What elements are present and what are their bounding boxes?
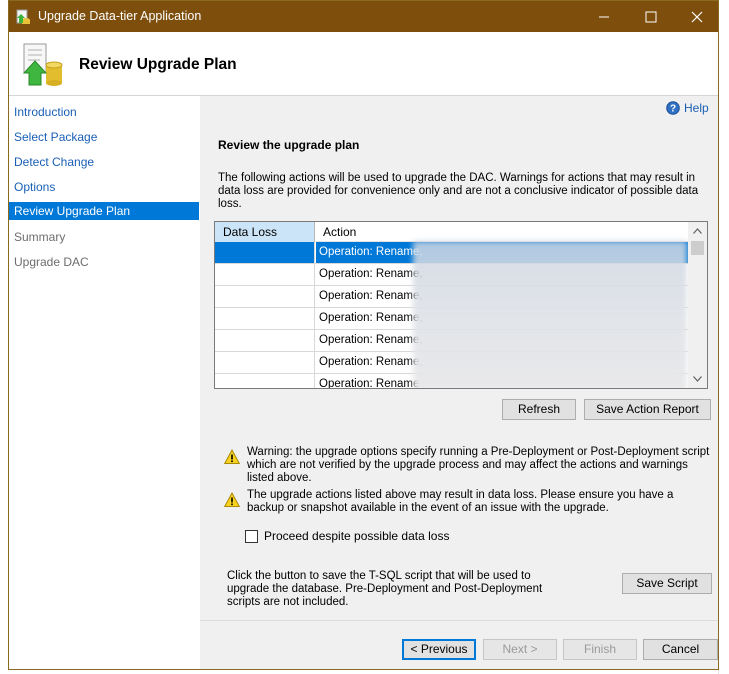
finish-button: Finish bbox=[563, 639, 637, 660]
footer-separator bbox=[200, 620, 718, 621]
step-select-package[interactable]: Select Package bbox=[9, 128, 199, 146]
svg-text:?: ? bbox=[670, 104, 676, 115]
minimize-button[interactable] bbox=[581, 1, 627, 32]
data-loss-cell bbox=[215, 264, 315, 285]
scroll-up-arrow-icon[interactable] bbox=[693, 228, 702, 234]
data-loss-cell bbox=[215, 286, 315, 307]
next-button: Next > bbox=[483, 639, 557, 660]
main-panel: ? Help Review the upgrade plan The follo… bbox=[200, 96, 718, 669]
proceed-data-loss-checkbox[interactable] bbox=[245, 530, 258, 543]
help-label: Help bbox=[684, 101, 709, 115]
step-detect-change[interactable]: Detect Change bbox=[9, 153, 199, 171]
description-text: The following actions will be used to up… bbox=[218, 172, 699, 210]
close-icon bbox=[691, 11, 703, 23]
step-options[interactable]: Options bbox=[9, 178, 199, 196]
wizard-steps-sidebar: Introduction Select Package Detect Chang… bbox=[9, 96, 199, 669]
background-app-left bbox=[0, 0, 8, 674]
app-icon bbox=[16, 9, 30, 24]
redacted-region bbox=[413, 241, 687, 388]
column-header-data-loss[interactable]: Data Loss bbox=[215, 222, 315, 242]
maximize-icon bbox=[645, 11, 657, 23]
previous-button[interactable]: < Previous bbox=[402, 639, 476, 660]
data-loss-cell bbox=[215, 374, 315, 388]
upgrade-dac-window: Upgrade Data-tier Application Review Upg… bbox=[8, 0, 719, 670]
minimize-icon bbox=[599, 16, 609, 18]
save-script-description: Click the button to save the T-SQL scrip… bbox=[227, 570, 543, 608]
data-loss-cell bbox=[215, 308, 315, 329]
warning-icon bbox=[224, 449, 240, 464]
window-title: Upgrade Data-tier Application bbox=[38, 9, 202, 23]
data-loss-cell bbox=[215, 352, 315, 373]
maximize-button[interactable] bbox=[628, 1, 674, 32]
scroll-down-arrow-icon[interactable] bbox=[693, 376, 702, 382]
save-action-report-button[interactable]: Save Action Report bbox=[584, 399, 711, 420]
refresh-button[interactable]: Refresh bbox=[502, 399, 576, 420]
step-introduction[interactable]: Introduction bbox=[9, 103, 199, 121]
scrollbar-thumb[interactable] bbox=[691, 241, 704, 255]
grid-header: Data Loss Action bbox=[215, 222, 707, 242]
close-button[interactable] bbox=[674, 1, 720, 32]
step-summary: Summary bbox=[14, 230, 66, 244]
data-loss-cell bbox=[215, 242, 315, 263]
section-title: Review the upgrade plan bbox=[218, 138, 360, 152]
background-app-right bbox=[718, 0, 729, 674]
title-bar[interactable]: Upgrade Data-tier Application bbox=[9, 1, 718, 32]
save-script-button[interactable]: Save Script bbox=[622, 573, 712, 594]
upgrade-database-icon bbox=[22, 43, 63, 86]
step-review-upgrade-plan[interactable]: Review Upgrade Plan bbox=[9, 202, 199, 220]
data-loss-warning-text: The upgrade actions listed above may res… bbox=[247, 489, 674, 514]
data-loss-cell bbox=[215, 330, 315, 351]
page-title: Review Upgrade Plan bbox=[79, 56, 237, 73]
grid-vertical-scrollbar[interactable] bbox=[688, 222, 707, 388]
script-warning-text: Warning: the upgrade options specify run… bbox=[247, 446, 710, 484]
help-icon: ? bbox=[666, 101, 680, 115]
wizard-header: Review Upgrade Plan bbox=[9, 32, 718, 96]
proceed-data-loss-label[interactable]: Proceed despite possible data loss bbox=[264, 529, 449, 543]
warning-icon bbox=[224, 492, 240, 507]
upgrade-actions-grid[interactable]: Data Loss Action Operation: Rename, Oper… bbox=[214, 221, 708, 389]
column-header-action[interactable]: Action bbox=[316, 222, 688, 242]
cancel-button[interactable]: Cancel bbox=[643, 639, 718, 660]
step-upgrade-dac: Upgrade DAC bbox=[14, 255, 89, 269]
